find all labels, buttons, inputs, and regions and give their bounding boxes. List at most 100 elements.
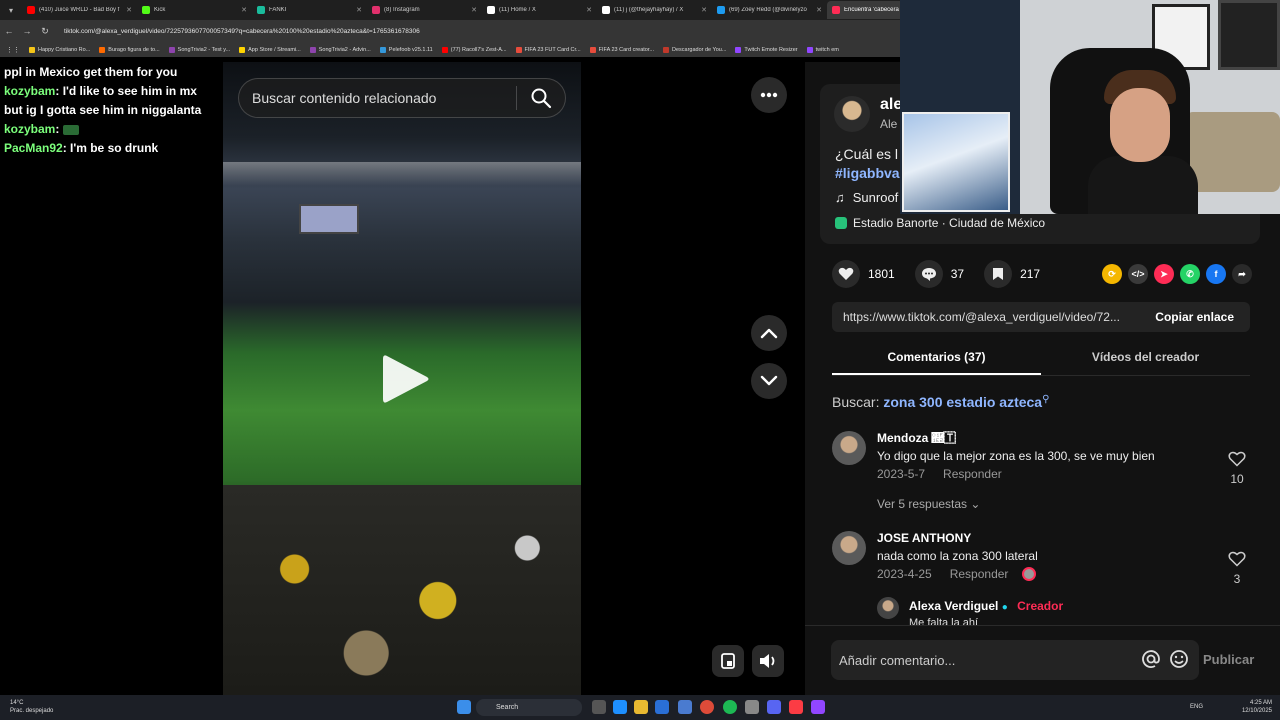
chrome-icon[interactable] (700, 700, 714, 714)
browser-tab[interactable]: (69) Zoey Redd (@divinelyzo ✕ (712, 1, 827, 19)
chat-username[interactable]: kozybam (4, 122, 55, 136)
view-replies-toggle[interactable]: Ver 5 respuestas ⌄ (877, 497, 980, 511)
discord-icon[interactable] (767, 700, 781, 714)
post-location[interactable]: Estadio Banorte · Ciudad de México (835, 216, 1045, 230)
repost-icon[interactable]: ⟳ (1102, 264, 1122, 284)
task-view-icon[interactable] (592, 700, 606, 714)
reply-button[interactable]: Responder (943, 467, 1002, 481)
tab-creator-videos[interactable]: Vídeos del creador (1041, 344, 1250, 375)
bookmark-label: FIFA 23 Card creator... (598, 46, 654, 53)
browser-tab[interactable]: (410) Juice WRLD - Bad Boy f ✕ (22, 1, 137, 19)
chat-emote-icon (63, 124, 80, 135)
previous-video-button[interactable] (751, 315, 787, 351)
comment-like[interactable]: 10 (1226, 451, 1248, 486)
tab-close-icon[interactable]: ✕ (471, 6, 477, 14)
reply-button[interactable]: Responder (950, 567, 1009, 581)
spotify-icon[interactable] (723, 700, 737, 714)
bookmark-item[interactable]: FIFA 23 Card creator... (589, 46, 654, 53)
creator-avatar[interactable] (834, 96, 870, 132)
commenter-avatar[interactable] (832, 531, 866, 565)
post-music[interactable]: ♫ Sunroof (835, 190, 898, 205)
browser-tab[interactable]: (11) Home / X ✕ (482, 1, 597, 19)
creator-username[interactable]: ale (880, 96, 902, 114)
tab-list-menu-icon[interactable]: ▾ (0, 0, 22, 20)
twitch-icon[interactable] (811, 700, 825, 714)
settings-icon[interactable] (745, 700, 759, 714)
file-explorer-icon[interactable] (634, 700, 648, 714)
embed-code-icon[interactable]: </> (1128, 264, 1148, 284)
bookmark-item[interactable]: Pelefoob v25.1.11 (379, 46, 433, 53)
comment-input[interactable]: Añadir comentario... (831, 640, 1199, 680)
taskbar-search[interactable]: Search (476, 699, 582, 716)
browser-tab[interactable]: FANKI ✕ (252, 1, 367, 19)
bookmark-item[interactable]: twitch em (806, 46, 839, 53)
creator-reply-avatar[interactable] (877, 597, 899, 619)
bookmark-item[interactable]: Descargador de You... (662, 46, 726, 53)
tab-close-icon[interactable]: ✕ (356, 6, 362, 14)
commenter-name[interactable]: JOSE ANTHONY (877, 531, 971, 545)
back-icon[interactable]: ← (4, 26, 14, 36)
tab-close-icon[interactable]: ✕ (816, 6, 822, 14)
apps-grid-icon[interactable]: ⋮⋮ (6, 46, 20, 54)
tab-close-icon[interactable]: ✕ (241, 6, 247, 14)
whatsapp-icon[interactable]: ✆ (1180, 264, 1200, 284)
browser-tab[interactable]: (11) j (@thejayhayhay) / X ✕ (597, 1, 712, 19)
comment-action[interactable]: 37 (914, 260, 964, 288)
video-player[interactable]: Buscar contenido relacionado (223, 62, 581, 695)
commenter-name[interactable]: Mendoza 🇢🇹 (877, 431, 956, 445)
commenter-avatar[interactable] (832, 431, 866, 465)
comment-meta: 2023-5-7 Responder (877, 467, 1002, 481)
related-search-suggestion[interactable]: Buscar: zona 300 estadio azteca⚲ (832, 394, 1049, 410)
chat-username[interactable]: PacMan92 (4, 141, 63, 155)
bookmark-item[interactable]: SongTrivia2 - Test y... (168, 46, 230, 53)
bookmark-item[interactable]: SongTrivia2 - Advin... (309, 46, 371, 53)
system-clock[interactable]: 4:25 AM 12/10/2025 (1242, 699, 1272, 715)
bookmark-item[interactable]: Happy Cristiano Ro... (29, 46, 90, 53)
bookmark-item[interactable]: Twitch Emote Resizer (735, 46, 798, 53)
windows-start-icon[interactable] (457, 700, 471, 714)
bookmark-item[interactable]: Burago figura de to... (99, 46, 160, 53)
bookmark-item[interactable]: FIFA 23 FUT Card Cr... (515, 46, 581, 53)
mention-icon[interactable] (1141, 649, 1161, 669)
creator-reply-name[interactable]: Alexa Verdiguel ● Creador (909, 599, 1063, 613)
video-link[interactable]: https://www.tiktok.com/@alexa_verdiguel/… (832, 310, 1145, 324)
weather-widget[interactable]: 14°C Prac. despejado (10, 699, 53, 715)
music-app-icon[interactable] (789, 700, 803, 714)
tab-close-icon[interactable]: ✕ (586, 6, 592, 14)
save-action[interactable]: 217 (984, 260, 1040, 288)
related-search-query[interactable]: zona 300 estadio azteca (883, 394, 1042, 410)
bookmark-favicon-icon (735, 46, 742, 53)
play-icon[interactable] (381, 352, 431, 406)
search-icon[interactable] (529, 86, 553, 110)
tab-comments[interactable]: Comentarios (37) (832, 344, 1041, 375)
next-video-button[interactable] (751, 363, 787, 399)
tab-close-icon[interactable]: ✕ (701, 6, 707, 14)
emoji-icon[interactable] (1169, 649, 1189, 669)
share-arrow-icon[interactable]: ➦ (1232, 264, 1252, 284)
more-options-button[interactable] (751, 77, 787, 113)
chat-username[interactable]: kozybam (4, 84, 55, 98)
copy-link-button[interactable]: Copiar enlace (1145, 310, 1250, 324)
bookmark-item[interactable]: App Store / Streami... (239, 46, 301, 53)
chevron-down-icon (760, 375, 778, 386)
publish-button[interactable]: Publicar (1203, 652, 1254, 667)
post-hashtag[interactable]: #ligabbva (835, 165, 900, 181)
volume-button[interactable] (752, 645, 784, 677)
like-action[interactable]: 1801 (832, 260, 895, 288)
reload-icon[interactable]: ↻ (40, 26, 50, 37)
forward-icon[interactable]: → (22, 26, 32, 36)
address-bar-url[interactable]: tiktok.com/@alexa_verdiguel/video/722579… (64, 28, 420, 35)
send-to-friends-icon[interactable]: ➤ (1154, 264, 1174, 284)
browser-tab[interactable]: (8) Instagram ✕ (367, 1, 482, 19)
store-icon[interactable] (655, 700, 669, 714)
floating-player-button[interactable] (712, 645, 744, 677)
related-search-input[interactable]: Buscar contenido relacionado (238, 78, 566, 118)
mail-icon[interactable] (678, 700, 692, 714)
comment-like[interactable]: 3 (1226, 551, 1248, 586)
facebook-icon[interactable]: f (1206, 264, 1226, 284)
bookmark-item[interactable]: (77) Racoll7's Zest-A... (441, 46, 507, 53)
browser-tab[interactable]: Kick ✕ (137, 1, 252, 19)
language-indicator[interactable]: ENG (1190, 704, 1203, 710)
edge-icon[interactable] (613, 700, 627, 714)
tab-close-icon[interactable]: ✕ (126, 6, 132, 14)
